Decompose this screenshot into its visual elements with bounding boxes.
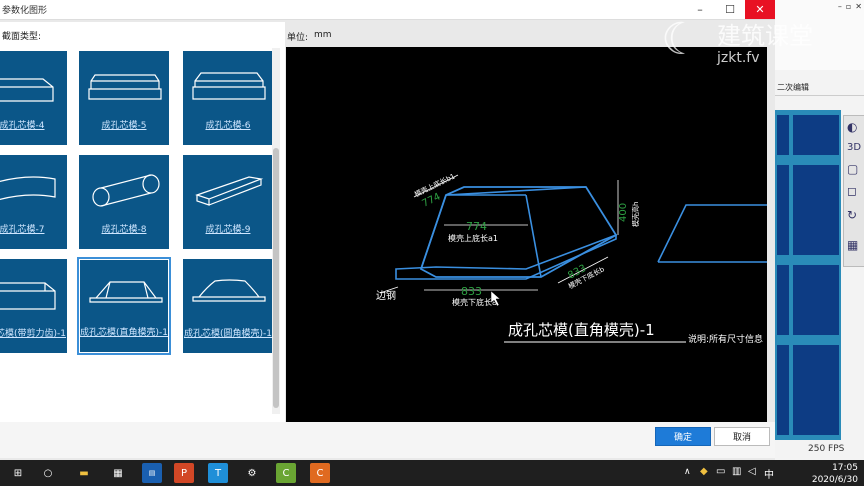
core-right-angle-icon	[89, 281, 163, 303]
view-toolbar: ◐ 3D ▢ ◻ ↻ ▦	[843, 115, 864, 267]
tile-core-9[interactable]: 成孔芯模-9	[182, 154, 274, 250]
unit-value: mm	[314, 30, 332, 40]
core-9-icon	[195, 176, 264, 206]
tile-core-4[interactable]: 成孔芯模-4	[0, 50, 68, 146]
tile-core-6[interactable]: 成孔芯模-6	[182, 50, 274, 146]
core-shear-icon	[0, 282, 56, 310]
dim-bot-len: 833	[461, 285, 482, 298]
fps-counter: 250 FPS	[808, 444, 845, 454]
tile-core-shear[interactable]: 成孔芯模(带剪力齿)-1	[0, 258, 68, 354]
edge-label: 边钢	[376, 289, 396, 302]
dim-top-len-label: 模壳上底长a1	[448, 233, 498, 243]
watermark-logo: ☾ 建筑课堂 jzkt.fv	[661, 14, 813, 66]
adjacent-shape	[657, 204, 767, 263]
tile-core-right-angle[interactable]: 成孔芯模(直角模壳)-1	[77, 257, 171, 355]
core-round-corner-icon	[192, 279, 266, 302]
clock-date: 2020/6/30	[811, 475, 858, 485]
drawing-title: 成孔芯模(直角模壳)-1	[508, 321, 655, 339]
app-window-controls: – ▫ ✕	[838, 2, 862, 11]
view-3d-icon[interactable]: 3D	[847, 142, 861, 153]
search-icon[interactable]: ○	[38, 463, 58, 483]
cancel-button[interactable]: 取消	[714, 427, 770, 446]
tray-monitor-icon[interactable]: ▭	[716, 466, 725, 477]
tray-network-icon[interactable]: ▥	[732, 466, 741, 477]
tile-core-round-corner[interactable]: 成孔芯模(圆角模壳)-1	[182, 258, 274, 354]
preview-canvas: 774 模壳上底长a1 774 模壳上底长b1 400 模壳高h 833 模壳下…	[286, 47, 767, 422]
restore-icon[interactable]: ▫	[846, 2, 851, 11]
dim-height-label: 模壳高h	[631, 202, 640, 227]
orbit-icon[interactable]: ◐	[847, 120, 857, 134]
ribbon-label: 二次编辑	[777, 83, 809, 92]
dim-bot-len-label: 模壳下底长a	[452, 297, 497, 307]
tray-shield-icon[interactable]: ◆	[700, 466, 708, 477]
tile-scrollbar[interactable]	[272, 48, 280, 414]
core-5-icon	[88, 74, 162, 100]
core-6-icon	[192, 72, 266, 100]
camtasia-icon[interactable]: C	[276, 463, 296, 483]
box-icon[interactable]: ◻	[847, 184, 857, 198]
drawing-note: 说明:所有尺寸信息	[688, 333, 763, 345]
dialog-title: 参数化图形	[2, 6, 48, 16]
ok-button[interactable]: 确定	[655, 427, 711, 446]
app-icon-1[interactable]: ▤	[142, 463, 162, 483]
logo-swirl-icon: ☾	[661, 14, 701, 65]
core-7-icon	[0, 176, 56, 201]
teambition-icon[interactable]: T	[208, 463, 228, 483]
rotate-icon[interactable]: ↻	[847, 208, 857, 222]
taskbar-clock[interactable]: 17:05 2020/6/30	[812, 462, 858, 486]
model-view	[775, 110, 841, 440]
windows-start-icon[interactable]: ⊞	[8, 463, 28, 483]
shape-drawing: 774 模壳上底长a1 774 模壳上底长b1 400 模壳高h 833 模壳下…	[376, 171, 767, 345]
file-explorer-icon[interactable]: ▬	[74, 463, 94, 483]
dim-top-len: 774	[466, 220, 487, 233]
tile-core-7[interactable]: 成孔芯模-7	[0, 154, 68, 250]
section-type-grid: 成孔芯模-4 成孔芯模-5 成孔芯模-6 成孔芯模-7 成孔芯模-8 成孔芯模-…	[0, 48, 275, 418]
section-type-label: 截面类型:	[2, 32, 42, 42]
clock-time: 17:05	[832, 463, 858, 473]
minimize-icon[interactable]: –	[838, 2, 842, 11]
core-8-icon	[92, 174, 160, 207]
dim-height: 400	[618, 203, 629, 222]
shell-outline	[419, 186, 618, 278]
app-icon-c[interactable]: C	[310, 463, 330, 483]
tray-volume-icon[interactable]: ◁	[748, 466, 756, 477]
close-icon[interactable]: ✕	[855, 2, 862, 11]
core-4-icon	[0, 78, 54, 102]
scrollbar-thumb[interactable]	[273, 148, 279, 408]
calculator-icon[interactable]: ▦	[108, 463, 128, 483]
powerpoint-icon[interactable]: P	[174, 463, 194, 483]
tile-core-5[interactable]: 成孔芯模-5	[78, 50, 170, 146]
unit-label: 单位:	[287, 33, 309, 43]
taskbar: ⊞ ○ ▬ ▦ ▤ P T ⚙ C C ∧ ◆ ▭ ▥ ◁ 中 17:05 20…	[0, 460, 864, 486]
dialog-titlebar: 参数化图形 – ☐ ✕	[0, 0, 775, 20]
grid-icon[interactable]: ▦	[847, 238, 858, 252]
tile-core-8[interactable]: 成孔芯模-8	[78, 154, 170, 250]
cube-icon[interactable]: ▢	[847, 162, 858, 176]
tray-chevron-icon[interactable]: ∧	[684, 467, 691, 477]
tray-ime[interactable]: 中	[764, 466, 774, 481]
settings-gear-icon[interactable]: ⚙	[242, 463, 262, 483]
